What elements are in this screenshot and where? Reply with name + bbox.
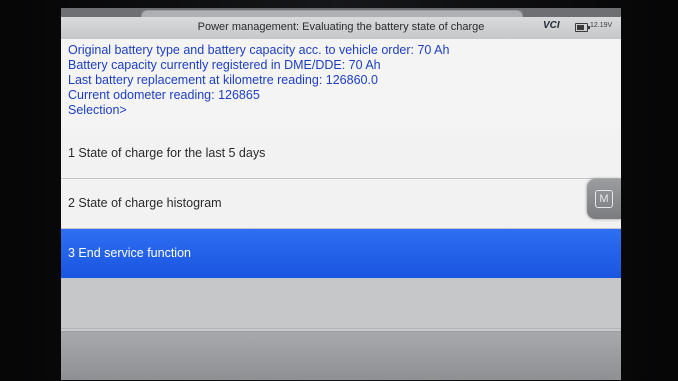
menu-item-label: 1 State of charge for the last 5 days <box>68 146 266 160</box>
vci-indicator: VCI <box>543 20 560 31</box>
info-panel: Original battery type and battery capaci… <box>61 39 621 136</box>
menu-item-label: 3 End service function <box>68 246 191 260</box>
side-menu-button[interactable]: M <box>587 179 621 219</box>
menu-item-end-service-function[interactable]: 3 End service function <box>61 229 621 279</box>
original-battery-line: Original battery type and battery capaci… <box>68 43 450 57</box>
page-title: Power management: Evaluating the battery… <box>197 21 485 33</box>
battery-voltage: 12.19V <box>590 22 613 29</box>
odometer-line: Current odometer reading: 126865 <box>68 88 260 102</box>
registered-capacity-line: Battery capacity currently registered in… <box>68 58 381 72</box>
empty-list-row <box>61 279 621 329</box>
bottom-toolbar <box>61 331 621 380</box>
battery-icon <box>575 23 590 32</box>
menu-item-label: 2 State of charge histogram <box>68 196 222 210</box>
status-bar: Power management: Evaluating the battery… <box>61 17 621 40</box>
last-replacement-line: Last battery replacement at kilometre re… <box>68 73 378 87</box>
m-icon: M <box>595 190 613 208</box>
diagnostic-screen: Power management: Evaluating the battery… <box>61 8 621 380</box>
menu-item-state-of-charge-5-days[interactable]: 1 State of charge for the last 5 days <box>61 129 621 179</box>
menu-item-state-of-charge-histogram[interactable]: 2 State of charge histogram <box>61 179 621 229</box>
selection-prompt: Selection> <box>68 103 127 117</box>
top-strip <box>61 8 621 19</box>
